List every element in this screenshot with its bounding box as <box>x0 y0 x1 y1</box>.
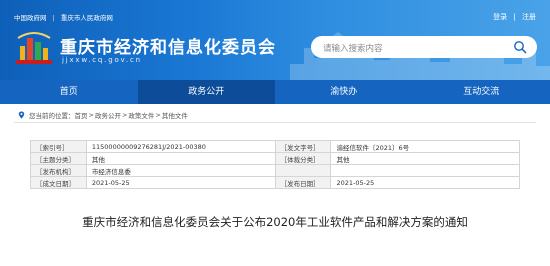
login-link[interactable]: 登录 <box>493 13 507 21</box>
meta-value: 2021-05-25 <box>330 176 520 189</box>
breadcrumb-separator: > <box>121 111 128 119</box>
breadcrumb-separator: > <box>155 111 161 119</box>
table-row: ［成文日期］ 2021-05-25 ［发布日期］ 2021-05-25 <box>30 176 520 189</box>
gov-portal-link[interactable]: 中国政府网 <box>14 12 47 22</box>
nav-item-gov-affairs[interactable]: 政务公开 <box>137 80 275 104</box>
breadcrumb-prefix: 您当前的位置： <box>29 112 75 120</box>
nav-item-yukuaiban[interactable]: 渝快办 <box>275 80 413 104</box>
meta-value: 其他 <box>330 152 520 165</box>
meta-value <box>330 164 520 177</box>
main-nav: 首页 政务公开 渝快办 互动交流 <box>0 80 550 104</box>
breadcrumb: 您当前的位置： 首页 > 政务公开 > 政策文件 > 其他文件 <box>18 110 188 120</box>
site-title[interactable]: 重庆市经济和信息化委员会 <box>60 33 276 58</box>
meta-label <box>274 164 332 177</box>
nav-item-interaction[interactable]: 互动交流 <box>413 80 550 104</box>
meta-value: 渝经信软件〔2021〕6号 <box>330 140 520 153</box>
table-row: ［发布机构］ 市经济信息委 <box>30 164 520 177</box>
table-row: ［索引号］ 11500000009276281J/2021-00380 ［发文字… <box>30 140 520 153</box>
breadcrumb-gov-affairs[interactable]: 政务公开 <box>95 110 121 120</box>
meta-label: ［主题分类］ <box>30 152 87 165</box>
meta-label: ［发文字号］ <box>274 140 332 153</box>
meta-value: 11500000009276281J/2021-00380 <box>85 140 276 153</box>
search-input[interactable]: 请输入搜索内容 <box>323 42 383 54</box>
site-header: 中国政府网 | 重庆市人民政府网 登录 | 注册 重庆市经济和信息化委员会 jj… <box>0 0 550 80</box>
meta-label: ［索引号］ <box>30 140 87 153</box>
user-links: 登录 | 注册 <box>493 12 536 22</box>
meta-label: ［发布机构］ <box>30 164 87 177</box>
site-logo-icon[interactable] <box>14 30 54 68</box>
top-links-separator: | <box>52 14 55 22</box>
table-row: ［主题分类］ 其他 ［体裁分类］ 其他 <box>30 152 520 165</box>
register-link[interactable]: 注册 <box>522 13 536 21</box>
search-box[interactable]: 请输入搜索内容 <box>311 36 537 58</box>
meta-value: 市经济信息委 <box>85 164 276 177</box>
breadcrumb-divider <box>14 122 536 123</box>
nav-item-home[interactable]: 首页 <box>0 80 138 104</box>
meta-value: 其他 <box>85 152 276 165</box>
document-title: 重庆市经济和信息化委员会关于公布2020年工业软件产品和解决方案的通知 <box>82 215 468 229</box>
meta-value: 2021-05-25 <box>85 176 276 189</box>
location-pin-icon <box>18 111 25 119</box>
document-meta-table: ［索引号］ 11500000009276281J/2021-00380 ［发文字… <box>30 140 520 189</box>
meta-label: ［体裁分类］ <box>274 152 332 165</box>
city-gov-link[interactable]: 重庆市人民政府网 <box>61 12 113 22</box>
breadcrumb-policy-docs[interactable]: 政策文件 <box>128 110 154 120</box>
meta-label: ［成文日期］ <box>30 176 87 189</box>
search-icon[interactable] <box>513 40 527 54</box>
user-links-separator: | <box>513 13 516 21</box>
site-domain: jjxxw.cq.gov.cn <box>62 56 142 64</box>
meta-label: ［发布日期］ <box>274 176 332 189</box>
breadcrumb-home[interactable]: 首页 <box>75 110 88 120</box>
top-links: 中国政府网 | 重庆市人民政府网 <box>14 12 113 22</box>
breadcrumb-other-docs[interactable]: 其他文件 <box>162 110 188 120</box>
breadcrumb-separator: > <box>88 111 94 119</box>
